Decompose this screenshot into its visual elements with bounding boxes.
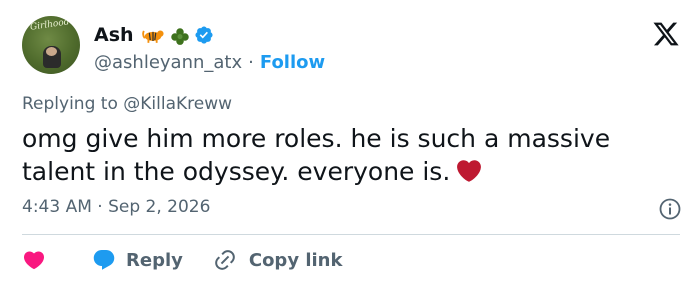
tweet-header: Girlhood Ash @ashleyann_atx · Follow xyxy=(22,14,680,82)
shamrock-emoji-icon xyxy=(170,27,190,45)
avatar-caption: Girlhood xyxy=(29,17,71,33)
heart-icon xyxy=(23,251,45,270)
tweet-text-content: omg give him more roles. he is such a ma… xyxy=(22,124,611,186)
author-handle[interactable]: @ashleyann_atx xyxy=(94,52,242,73)
like-button[interactable] xyxy=(22,248,74,272)
divider xyxy=(22,234,680,235)
tweet-time[interactable]: 4:43 AM xyxy=(22,197,92,217)
action-bar: Reply Copy link xyxy=(22,245,342,275)
red-heart-icon xyxy=(457,160,482,182)
display-name[interactable]: Ash xyxy=(94,24,134,46)
replying-prefix: Replying to xyxy=(22,94,118,114)
copy-link-button[interactable]: Copy link xyxy=(213,248,343,272)
verified-badge-icon xyxy=(194,25,214,45)
name-row: Ash xyxy=(94,22,214,48)
info-icon[interactable] xyxy=(658,197,682,221)
reply-button[interactable]: Reply xyxy=(92,248,183,272)
reply-label: Reply xyxy=(126,249,183,271)
tiger-emoji-icon xyxy=(141,27,164,43)
avatar-face xyxy=(46,47,57,56)
meta-separator: · xyxy=(97,197,103,217)
handle-row: @ashleyann_atx · Follow xyxy=(94,50,325,74)
replying-mention[interactable]: @KillaKreww xyxy=(123,94,232,114)
avatar[interactable]: Girlhood xyxy=(22,16,80,74)
link-icon xyxy=(215,250,235,270)
follow-button[interactable]: Follow xyxy=(260,52,325,73)
speech-bubble-icon xyxy=(93,250,115,270)
copy-link-label: Copy link xyxy=(248,249,343,271)
tweet-meta: 4:43 AM · Sep 2, 2026 xyxy=(22,197,210,217)
tweet-text: omg give him more roles. he is such a ma… xyxy=(22,122,662,188)
x-logo-icon[interactable] xyxy=(652,20,680,48)
separator-dot: · xyxy=(248,51,254,73)
tweet-date[interactable]: Sep 2, 2026 xyxy=(108,197,210,217)
replying-to: Replying to @KillaKreww xyxy=(22,94,232,114)
